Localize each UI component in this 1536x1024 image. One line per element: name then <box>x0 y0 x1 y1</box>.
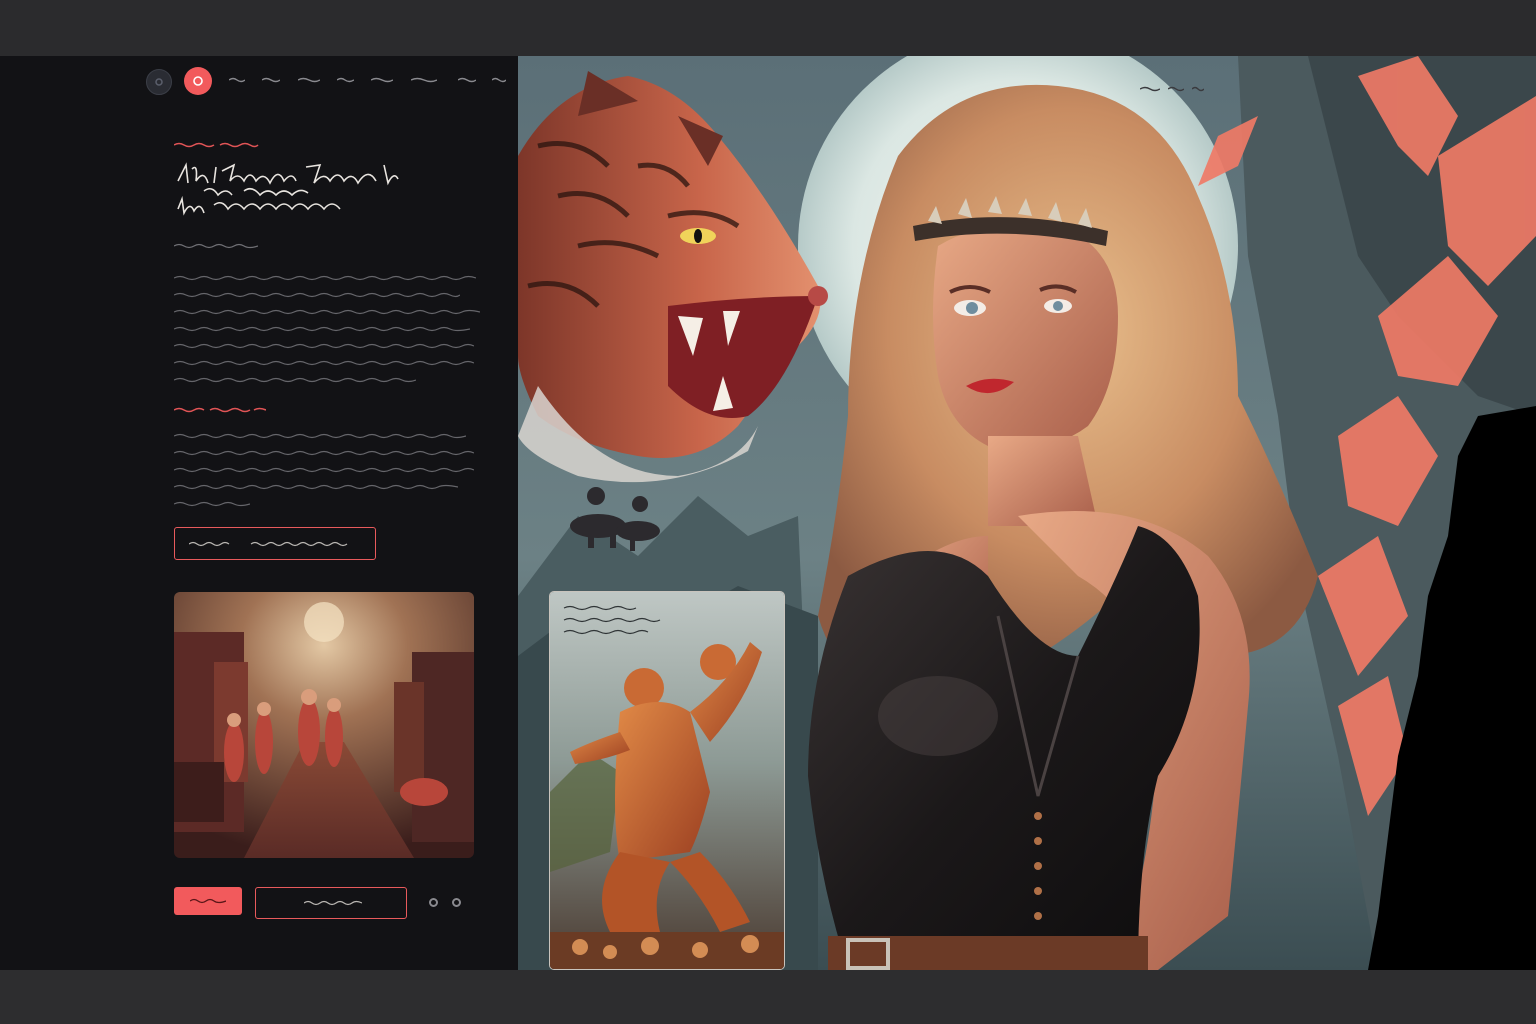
hero-nav-item-1[interactable] <box>1140 86 1160 92</box>
section-label <box>174 407 266 413</box>
secondary-action-button[interactable] <box>255 887 407 919</box>
nav-item-2[interactable] <box>262 77 280 83</box>
nav-item-6[interactable] <box>411 77 437 83</box>
left-content-panel <box>0 56 518 970</box>
hero-nav-item-2[interactable] <box>1168 86 1184 92</box>
bottom-bar <box>0 970 1536 1024</box>
circle-dot-icon[interactable] <box>184 67 212 95</box>
nav-item-7[interactable] <box>458 77 476 83</box>
circle-icon[interactable] <box>146 69 172 95</box>
featured-card[interactable] <box>549 591 785 970</box>
primary-cta-button[interactable] <box>174 527 376 560</box>
hero-nav-item-3[interactable] <box>1192 86 1204 92</box>
nav-item-1[interactable] <box>229 77 245 83</box>
filled-action-button[interactable] <box>174 887 242 915</box>
app-frame <box>0 56 1536 970</box>
eyebrow-label <box>174 142 264 148</box>
gallery-thumbnail-image[interactable] <box>174 592 474 858</box>
page-title <box>174 161 404 221</box>
circle-icon[interactable] <box>452 898 461 907</box>
nav-item-5[interactable] <box>371 77 393 83</box>
circle-icon[interactable] <box>429 898 438 907</box>
nav-item-3[interactable] <box>298 77 320 83</box>
subtitle-line <box>174 243 258 249</box>
nav-item-8[interactable] <box>492 77 506 83</box>
nav-item-4[interactable] <box>337 77 354 83</box>
